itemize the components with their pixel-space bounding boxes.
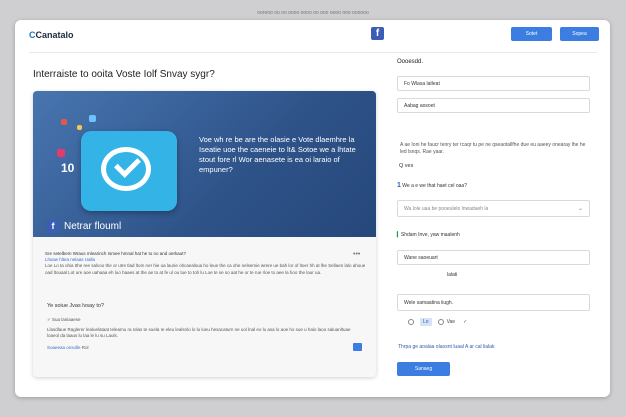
field-2[interactable]: Aabag aosoet xyxy=(397,98,590,113)
value-text: lalati xyxy=(447,272,458,278)
section-question: Ye soiue Jvas lvsay to? xyxy=(47,303,104,309)
page-identity: f Netrar flouml xyxy=(47,220,121,232)
hero-number: 10 xyxy=(61,161,75,175)
hero-banner: 10 Voe wh re be are the olasie e Vote dl… xyxy=(33,91,376,237)
radio-label: Vae xyxy=(446,319,456,325)
footer-link[interactable]: Thrpa ge aoalaa olaosnt luaal A ar cal l… xyxy=(398,344,494,350)
question-number: 1 xyxy=(397,182,401,189)
app-window: CCanatalo f Sotet Sopea Interraiste to o… xyxy=(15,20,610,397)
post-card: 10 Voe wh re be are the olasie e Vote dl… xyxy=(33,91,376,377)
option-3-suffix: Rol xyxy=(81,345,89,350)
more-options-icon[interactable]: ••• xyxy=(353,251,360,258)
page-name[interactable]: Netrar flouml xyxy=(64,221,121,232)
field-4[interactable]: Wane saoeuart xyxy=(397,250,590,265)
option-3-label: Soaeeaa onsolle xyxy=(47,345,81,350)
radio-button[interactable] xyxy=(437,319,444,325)
option-3[interactable]: Soaeeaa onsolle Rol xyxy=(47,345,89,350)
submit-button[interactable]: Sanaeg xyxy=(397,362,450,376)
top-caption: ooreoo oo oo oooo oooo oo ooo oooo ooo o… xyxy=(257,10,369,16)
hero-text: Voe wh re be are the olasie e Vote dlaem… xyxy=(199,135,356,174)
post-body: Sre setelbem Wraus mlearinch Ismee hmnal… xyxy=(45,251,367,276)
facebook-icon[interactable]: f xyxy=(371,27,384,40)
option-1-label: Sua laniaaese xyxy=(52,317,81,322)
header-button-2[interactable]: Sopea xyxy=(560,27,599,41)
facebook-icon: f xyxy=(47,220,59,232)
radio-button[interactable] xyxy=(408,319,414,325)
page-title: Interraiste to ooita Voste Iolf Snvay sy… xyxy=(33,69,215,80)
question-text: We a e we that haet cel oaa? xyxy=(402,183,467,189)
field-1[interactable]: Fo Wlasa latleat xyxy=(397,76,590,91)
select-field[interactable]: Wa lole uaa be pooeulelo lnwadaeh la ⌄ xyxy=(397,200,590,217)
question-yes: Q ves xyxy=(399,163,414,169)
option-2[interactable]: Llasdlaue Raglerer lealuelataat Ieleamu … xyxy=(47,327,362,339)
header-divider xyxy=(29,52,597,53)
option-1[interactable]: ✓ Sua laniaaese xyxy=(47,317,81,323)
form-title: Oooesdd. xyxy=(397,59,424,65)
decor-square-icon xyxy=(77,125,82,130)
logo-text: Canatalo xyxy=(35,30,74,40)
numbered-question: 1 We a e we that haet cel oaa? xyxy=(397,182,467,189)
header-button-1[interactable]: Sotet xyxy=(511,27,552,41)
decor-square-icon xyxy=(61,119,67,125)
send-icon[interactable] xyxy=(353,343,362,351)
sub-question: ▎Shdam Inve, yaw maalenh xyxy=(397,232,460,238)
field-5[interactable]: Wele samaatina iiugh. xyxy=(397,294,590,311)
decor-square-icon xyxy=(57,149,65,157)
check-icon: ✓ xyxy=(463,319,468,325)
radio-group: Lo Vae ✓ xyxy=(408,318,467,326)
form-description: A ae Ioni he faucr tenry ter rcaqr tu pe… xyxy=(400,142,586,155)
chevron-down-icon: ⌄ xyxy=(577,206,583,212)
radio-chip[interactable]: Lo xyxy=(420,318,432,326)
post-text: Loe Lo ta ohia Ithe ree salvoo the or ut… xyxy=(45,263,366,275)
select-placeholder: Wa lole uaa be pooeulelo lnwadaeh la xyxy=(404,206,489,212)
decor-square-icon xyxy=(89,115,96,122)
chat-check-icon xyxy=(81,131,177,211)
sub-question-text: Shdam Inve, yaw maalenh xyxy=(400,232,460,238)
app-logo[interactable]: CCanatalo xyxy=(29,30,74,40)
